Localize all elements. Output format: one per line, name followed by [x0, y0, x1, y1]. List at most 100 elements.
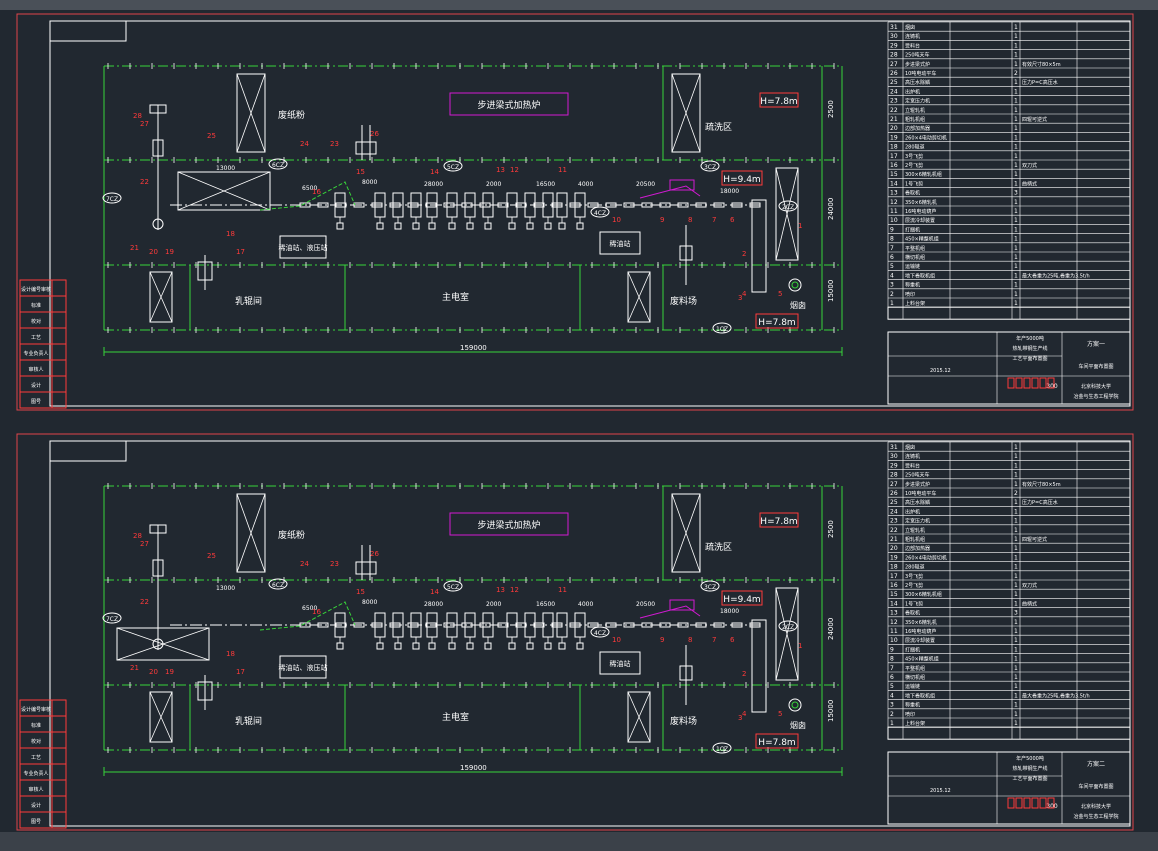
tb-project2: 热轧带钢生产线 [1012, 765, 1047, 772]
parts-qty-6: 1 [1014, 254, 1018, 261]
crane-label-0: 6CZ [272, 162, 284, 169]
parts-no-16: 16 [890, 582, 898, 589]
parts-no-26: 26 [890, 70, 898, 77]
parts-qty-14: 1 [1014, 180, 1018, 187]
parts-no-14: 14 [890, 600, 898, 607]
parts-name-6: 横切机组 [905, 254, 925, 261]
parts-no-25: 25 [890, 79, 898, 86]
callout-6: 6 [730, 636, 735, 644]
parts-no-29: 29 [890, 462, 898, 469]
parts-name-21: 粗轧机组 [905, 116, 925, 123]
transfer-car [355, 141, 377, 155]
callout-3: 3 [738, 294, 742, 302]
dim-total-label: 159000 [460, 764, 487, 772]
parts-no-21: 21 [890, 536, 898, 543]
parts-no-17: 17 [890, 153, 898, 160]
parts-name-3: 称重机 [905, 282, 920, 289]
stamp-cell-val-4 [51, 343, 67, 361]
parts-qty-24: 1 [1014, 508, 1018, 515]
crane-label-1: 5CZ [447, 584, 459, 591]
parts-name-21: 粗轧机组 [905, 536, 925, 543]
callout-7: 7 [712, 216, 716, 224]
parts-qty-24: 1 [1014, 88, 1018, 95]
parts-name-17: 3号飞剪 [905, 573, 923, 580]
tb-stamp-1 [1015, 377, 1023, 389]
callout-25: 25 [207, 132, 216, 140]
callout-26: 26 [370, 550, 379, 558]
parts-name-12: 350×6精轧机 [905, 619, 937, 626]
callout-14: 14 [430, 168, 439, 176]
tb-drawing: 车间平面布置图 [1078, 783, 1113, 790]
line-dim-8: 18000 [720, 608, 739, 615]
parts-note-14: 曲柄式 [1022, 180, 1037, 187]
stamp-label-2: 校对 [31, 738, 41, 745]
parts-no-13: 13 [890, 610, 898, 617]
parts-name-27: 步进梁式炉 [905, 61, 930, 68]
parts-qty-1: 1 [1014, 300, 1018, 307]
mill-motor-12 [576, 642, 584, 650]
stamp-label-3: 工艺 [31, 335, 41, 341]
parts-no-10: 10 [890, 217, 898, 224]
tb-version: 方案二 [1087, 760, 1105, 768]
parts-qty-23: 1 [1014, 98, 1018, 105]
dim-low-label: 15000 [827, 700, 835, 722]
parts-qty-23: 1 [1014, 518, 1018, 525]
parts-name-15: 300×6精轧机组 [905, 591, 942, 598]
crane-label-2: 3CZ [704, 164, 716, 171]
callout-20: 20 [149, 248, 158, 256]
parts-name-29: 受料台 [905, 42, 920, 49]
crane-zone-b [671, 493, 701, 573]
parts-no-2: 2 [890, 291, 894, 298]
parts-note-14: 曲柄式 [1022, 600, 1037, 607]
parts-header [887, 726, 1131, 740]
parts-no-27: 27 [890, 481, 898, 488]
tb-stamp-1 [1015, 797, 1023, 809]
callout-9: 9 [660, 216, 664, 224]
parts-name-31: 烟囱 [905, 24, 915, 31]
callout-24: 24 [300, 140, 309, 148]
callout-21: 21 [130, 664, 139, 672]
callout-8: 8 [688, 636, 692, 644]
crane-zone-e [775, 167, 799, 261]
parts-no-11: 11 [890, 628, 898, 635]
parts-note-16: 双刀式 [1022, 162, 1037, 169]
parts-qty-17: 1 [1014, 573, 1018, 580]
parts-name-2: 喷印 [905, 291, 915, 298]
cad-canvas[interactable]: 15900025002400015000废纸粉乳辊间 主电室 废料场疏洗区烟囱步进梁… [0, 0, 1158, 851]
callout-1: 1 [798, 222, 802, 230]
parts-qty-15: 1 [1014, 171, 1018, 178]
parts-no-26: 26 [890, 490, 898, 497]
parts-no-28: 28 [890, 52, 898, 59]
tb-school: 北京科技大学 [1081, 803, 1111, 810]
drawing-sheet-1: 15900025002400015000废纸粉乳辊间 主电室 废料场疏洗区烟囱步进梁… [16, 13, 1134, 411]
mill-motor-11 [558, 222, 566, 230]
parts-qty-10: 1 [1014, 217, 1018, 224]
parts-name-5: 运输链 [905, 683, 920, 690]
stamp-cell-val-2 [51, 731, 67, 749]
crane-label-4: 2CZ [782, 624, 794, 631]
parts-no-6: 6 [890, 254, 894, 261]
parts-qty-19: 1 [1014, 554, 1018, 561]
parts-qty-13: 3 [1014, 610, 1018, 617]
title-block: 方案一 年产5000吨热轧带钢生产线工艺平面布置图车间平面布置图北京科技大学冶金与… [887, 331, 1131, 405]
stamp-label-7: 图号 [31, 399, 41, 405]
parts-no-15: 15 [890, 591, 898, 598]
parts-name-15: 300×6精轧机组 [905, 171, 942, 178]
parts-qty-25: 1 [1014, 79, 1018, 86]
line-dim-3: 28000 [424, 181, 443, 188]
line-dim-0: 13000 [216, 165, 235, 172]
stamp-cell-val-6 [51, 375, 67, 393]
oil-station-label: 稀油站、液压站 [279, 243, 328, 252]
tb-project: 年产5000吨 [1016, 755, 1044, 762]
parts-qty-20: 1 [1014, 125, 1018, 132]
parts-qty-29: 1 [1014, 462, 1018, 469]
callout-14: 14 [430, 588, 439, 596]
parts-name-10: 层流冷却装置 [905, 637, 935, 644]
parts-qty-27: 1 [1014, 61, 1018, 68]
callout-4: 4 [742, 290, 747, 298]
parts-note-21: 四辊可逆式 [1022, 536, 1047, 543]
stamp-label-4: 专业负责人 [23, 770, 48, 777]
callout-2: 2 [742, 670, 746, 678]
dim-total-label: 159000 [460, 344, 487, 352]
heating-furnace [177, 171, 271, 211]
